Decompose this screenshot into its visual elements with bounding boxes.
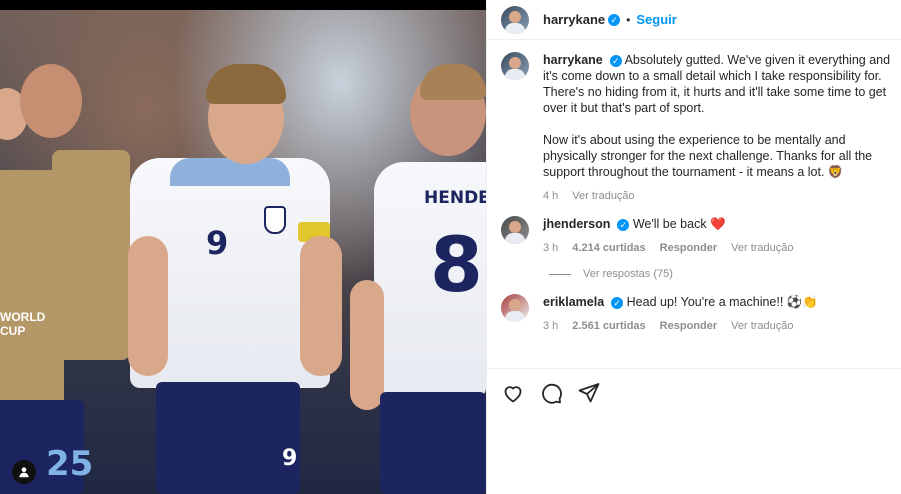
post-sidebar: harrykane ✓ • Seguir harrykane ✓ Absolute… xyxy=(486,0,901,494)
banner-text: WORLD CUP xyxy=(0,310,46,338)
comment-time: 3 h xyxy=(543,242,559,254)
comment-username[interactable]: eriklamela xyxy=(543,295,604,309)
post-photo[interactable]: 25 WORLD CUP 9 9 HENDERS 8 xyxy=(0,0,486,494)
follow-button[interactable]: Seguir xyxy=(636,12,676,27)
caption-text-p2: Now it's about using the experience to b… xyxy=(543,133,873,179)
caption-row: harrykane ✓ Absolutely gutted. We've give… xyxy=(501,52,891,204)
verified-icon: ✓ xyxy=(617,218,630,231)
player-center-arm-right xyxy=(300,236,342,376)
shorts-number-9: 9 xyxy=(282,446,298,471)
comment-meta: 3 h 2.561 curtidas Responder Ver traduçã… xyxy=(543,318,891,334)
player-second-head xyxy=(20,64,82,138)
caption-username[interactable]: harrykane xyxy=(543,53,603,67)
caption-avatar[interactable] xyxy=(501,52,529,80)
photo-top-bar xyxy=(0,0,486,10)
author-avatar[interactable] xyxy=(501,5,529,34)
replies-line xyxy=(549,273,571,275)
post-header: harrykane ✓ • Seguir xyxy=(487,0,901,40)
share-icon[interactable] xyxy=(577,381,601,405)
comment-time: 3 h xyxy=(543,320,559,332)
caption-body: harrykane ✓ Absolutely gutted. We've give… xyxy=(543,52,891,204)
comment-meta: 3 h 4.214 curtidas Responder Ver traduçã… xyxy=(543,240,891,256)
player-center-arm-left xyxy=(128,236,168,376)
verified-icon: ✓ xyxy=(611,296,624,309)
tagged-users-button[interactable] xyxy=(12,460,36,484)
reply-button[interactable]: Responder xyxy=(660,318,717,334)
jersey-number-25: 25 xyxy=(46,444,94,484)
heart-icon[interactable] xyxy=(501,381,525,405)
england-crest xyxy=(264,206,286,234)
world-cup-banner: WORLD CUP xyxy=(0,310,60,350)
verified-icon: ✓ xyxy=(609,54,622,67)
player-right-arm xyxy=(350,280,384,410)
comments-list: harrykane ✓ Absolutely gutted. We've give… xyxy=(501,52,891,346)
comment-body: jhenderson ✓ We'll be back ❤️ 3 h 4.214 c… xyxy=(543,216,891,256)
comment-body: eriklamela ✓ Head up! You're a machine!! … xyxy=(543,294,891,334)
user-icon xyxy=(19,467,29,478)
player-second-vest xyxy=(52,150,130,360)
back-name-text: HENDERS xyxy=(424,188,486,208)
player-center-shorts xyxy=(156,382,300,494)
comment-text: Head up! You're a machine!! ⚽👏 xyxy=(626,295,818,309)
player-right-back-name: HENDERS xyxy=(424,188,486,208)
author-username[interactable]: harrykane xyxy=(543,12,605,27)
shirt-shoulder-blue xyxy=(170,158,290,186)
comment-likes[interactable]: 2.561 curtidas xyxy=(572,318,645,334)
comment-row: jhenderson ✓ We'll be back ❤️ 3 h 4.214 c… xyxy=(501,216,891,256)
reply-button[interactable]: Responder xyxy=(660,240,717,256)
verified-icon: ✓ xyxy=(608,13,621,26)
comment-translate[interactable]: Ver tradução xyxy=(731,318,793,334)
caption-translate[interactable]: Ver tradução xyxy=(572,188,634,204)
post-actions xyxy=(487,368,901,416)
jersey-number-9: 9 xyxy=(206,224,229,262)
caption-meta: 4 h Ver tradução xyxy=(543,188,891,204)
player-right-shorts xyxy=(380,392,486,494)
jersey-number-8: 8 xyxy=(430,220,483,309)
comment-avatar[interactable] xyxy=(501,294,529,322)
comment-text: We'll be back ❤️ xyxy=(632,217,726,231)
comment-row: eriklamela ✓ Head up! You're a machine!! … xyxy=(501,294,891,334)
comment-icon[interactable] xyxy=(539,381,563,405)
view-replies-label: Ver respostas (75) xyxy=(583,268,673,280)
comment-translate[interactable]: Ver tradução xyxy=(731,240,793,256)
comment-likes[interactable]: 4.214 curtidas xyxy=(572,240,645,256)
caption-time: 4 h xyxy=(543,190,559,202)
comment-username[interactable]: jhenderson xyxy=(543,217,610,231)
comment-avatar[interactable] xyxy=(501,216,529,244)
view-replies-button[interactable]: Ver respostas (75) xyxy=(549,268,891,280)
separator-dot: • xyxy=(626,12,631,27)
